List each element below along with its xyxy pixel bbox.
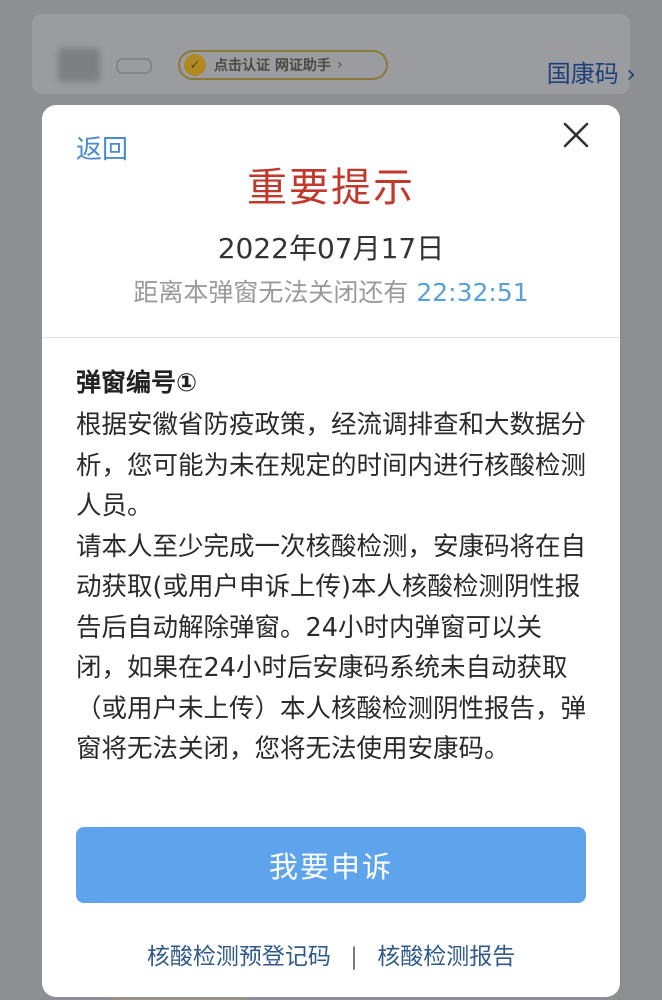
nucleic-preregistration-link[interactable]: 核酸检测预登记码 [147,944,331,970]
badge-v-icon: ✓ [184,54,206,76]
blurred-avatar [58,48,100,82]
divider [42,337,620,338]
notice-date: 2022年07月17日 [217,232,445,265]
close-icon[interactable] [562,121,590,149]
link-separator: | [350,944,358,970]
dialog-title: 重要提示 [247,165,415,211]
notice-paragraph-2: 请本人至少完成一次核酸检测，安康码将在自动获取(或用户申诉上传)本人核酸检测阴性… [76,531,587,765]
appeal-button[interactable]: 我要申诉 [76,827,586,903]
notice-body: 根据安徽省防疫政策，经流调排查和大数据分析，您可能为未在规定的时间内进行核酸检测… [76,405,588,770]
chevron-right-icon: › [336,57,343,73]
countdown-label: 距离本弹窗无法关闭还有 [133,278,409,307]
popup-number-heading: 弹窗编号① [76,368,198,397]
health-code-link-label: 国康码 [546,60,619,88]
chevron-right-icon: › [626,60,636,88]
key-icon [116,58,152,74]
important-notice-dialog: 返回 重要提示 2022年07月17日 距离本弹窗无法关闭还有 22:32:51… [42,105,620,997]
health-code-link: 国康码 › [547,54,636,89]
nucleic-report-link[interactable]: 核酸检测报告 [377,944,515,970]
footer-links: 核酸检测预登记码 | 核酸检测报告 [42,937,620,971]
countdown-line: 距离本弹窗无法关闭还有 22:32:51 [42,273,620,309]
countdown-timer: 22:32:51 [416,278,529,307]
verify-badge: ✓ 点击认证 网证助手 › [178,50,388,80]
notice-paragraph-1: 根据安徽省防疫政策，经流调排查和大数据分析，您可能为未在规定的时间内进行核酸检测… [76,410,587,521]
verify-badge-label: 点击认证 网证助手 [214,58,331,74]
